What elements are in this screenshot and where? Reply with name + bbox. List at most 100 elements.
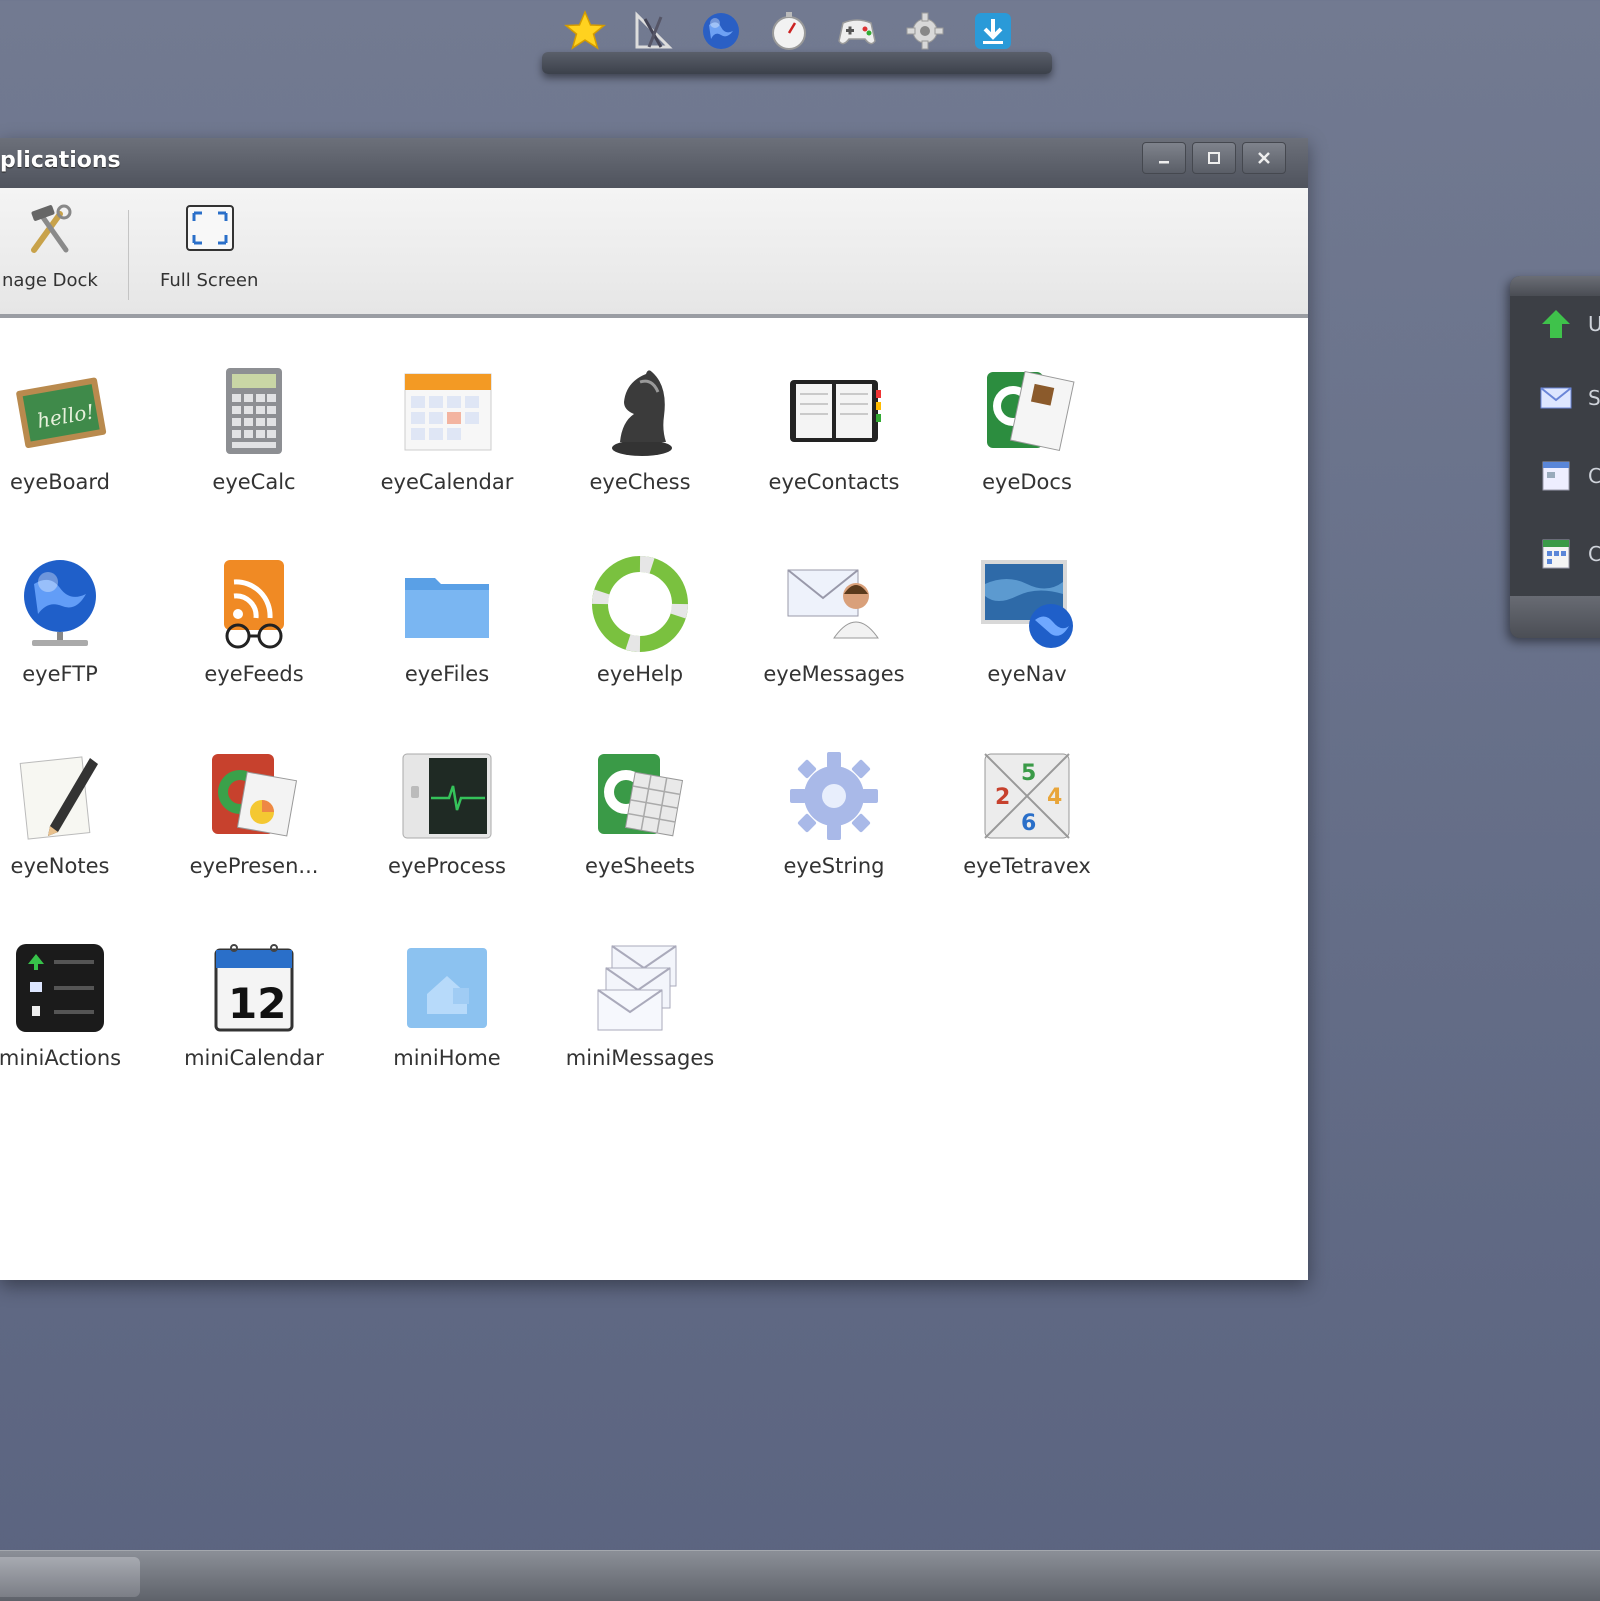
web-browser-icon xyxy=(981,560,1073,648)
envelopes-icon xyxy=(597,945,677,1031)
notepad-pencil-icon xyxy=(19,756,98,840)
panel-item-mail[interactable]: S xyxy=(1538,378,1600,418)
app-label: eyeNotes xyxy=(10,854,110,878)
app-label: eyeHelp xyxy=(596,662,684,686)
app-label: miniHome xyxy=(393,1046,501,1070)
process-monitor-icon xyxy=(402,753,492,839)
full-screen-label: Full Screen xyxy=(160,270,259,291)
minimize-icon xyxy=(1159,161,1169,164)
calendar-date-icon: 12 xyxy=(214,944,294,1032)
window-toolbar: nage Dock Full Screen xyxy=(0,188,1308,318)
close-button[interactable] xyxy=(1242,142,1286,174)
app-eyestring[interactable]: eyeString xyxy=(744,746,924,878)
app-eyeftp[interactable]: eyeFTP xyxy=(0,554,150,686)
applications-grid: hello! eyeBoard eyeCalc eyeCalendar eyeC… xyxy=(0,318,1308,1280)
globe-icon[interactable] xyxy=(698,8,744,54)
gamepad-icon[interactable] xyxy=(834,8,880,54)
app-label: eyeContacts xyxy=(768,470,900,494)
maximize-button[interactable] xyxy=(1192,142,1236,174)
app-minicalendar[interactable]: 12 miniCalendar xyxy=(164,938,344,1070)
app-minimessages[interactable]: miniMessages xyxy=(550,938,730,1070)
download-icon[interactable] xyxy=(970,8,1016,54)
app-eyemessages[interactable]: eyeMessages xyxy=(744,554,924,686)
app-eyedocs[interactable]: eyeDocs xyxy=(937,362,1117,494)
manage-dock-button[interactable]: nage Dock xyxy=(2,202,98,291)
gear-icon[interactable] xyxy=(902,8,948,54)
app-eyechess[interactable]: eyeChess xyxy=(550,362,730,494)
svg-text:4: 4 xyxy=(1047,785,1062,810)
full-screen-button[interactable]: Full Screen xyxy=(160,202,258,291)
app-eyehelp[interactable]: eyeHelp xyxy=(550,554,730,686)
app-label: eyeCalendar xyxy=(380,470,514,494)
panel-item-upload[interactable]: U xyxy=(1538,304,1600,344)
applications-window: plications nage Dock Full Screen hello! … xyxy=(0,138,1308,1280)
app-eyecontacts[interactable]: eyeContacts xyxy=(744,362,924,494)
dock-shelf xyxy=(542,52,1052,74)
app-eyefeeds[interactable]: eyeFeeds xyxy=(164,554,344,686)
app-label: eyeDocs xyxy=(982,470,1072,494)
messages-icon xyxy=(787,569,879,639)
app-label: eyePresen... xyxy=(189,854,319,878)
toolbar-separator xyxy=(128,210,129,300)
close-icon xyxy=(1258,152,1270,164)
app-eyetetravex[interactable]: 5 2 4 6 eyeTetravex xyxy=(937,746,1117,878)
panel-item-label: U xyxy=(1588,312,1600,336)
stopwatch-icon[interactable] xyxy=(766,8,812,54)
app-eyenav[interactable]: eyeNav xyxy=(937,554,1117,686)
app-label: miniCalendar xyxy=(184,1046,324,1070)
minimize-button[interactable] xyxy=(1142,142,1186,174)
app-label: eyeChess xyxy=(589,470,691,494)
app-label: eyeSheets xyxy=(585,854,695,878)
documents-icon xyxy=(987,370,1075,452)
panel-item-label: C xyxy=(1588,464,1600,488)
taskbar xyxy=(0,1550,1600,1601)
calendar-icon xyxy=(404,373,492,451)
app-eyesheets[interactable]: eyeSheets xyxy=(550,746,730,878)
app-label: eyeFeeds xyxy=(204,662,304,686)
app-label: eyeBoard xyxy=(10,470,110,494)
panel-item-document[interactable]: C xyxy=(1538,456,1600,496)
app-label: eyeFTP xyxy=(22,662,98,686)
actions-list-icon xyxy=(16,944,104,1032)
address-book-icon xyxy=(790,380,881,442)
folder-icon xyxy=(405,578,489,638)
svg-text:5: 5 xyxy=(1021,761,1036,786)
chess-knight-icon xyxy=(612,370,672,456)
app-label: eyeProcess xyxy=(388,854,506,878)
panel-header xyxy=(1510,276,1600,296)
app-label: eyeMessages xyxy=(763,662,905,686)
spreadsheet-icon xyxy=(598,754,684,837)
app-label: eyeString xyxy=(783,854,885,878)
lifebuoy-icon xyxy=(592,556,688,652)
app-minihome[interactable]: miniHome xyxy=(357,938,537,1070)
maximize-icon xyxy=(1208,152,1220,164)
ruler-compass-icon[interactable] xyxy=(630,8,676,54)
document-icon xyxy=(1542,461,1570,491)
app-eyecalendar[interactable]: eyeCalendar xyxy=(357,362,537,494)
app-label: eyeTetravex xyxy=(963,854,1091,878)
fullscreen-icon xyxy=(186,205,235,251)
app-label: miniActions xyxy=(0,1046,122,1070)
app-eyeprocess[interactable]: eyeProcess xyxy=(357,746,537,878)
presentation-icon xyxy=(212,754,298,837)
app-label: miniMessages xyxy=(565,1046,715,1070)
app-miniactions[interactable]: miniActions xyxy=(0,938,150,1070)
mail-icon xyxy=(1540,387,1572,409)
star-icon[interactable] xyxy=(562,8,608,54)
app-eyeboard[interactable]: hello! eyeBoard xyxy=(0,362,150,494)
chalkboard-icon: hello! xyxy=(16,377,107,449)
app-eyenotes[interactable]: eyeNotes xyxy=(0,746,150,878)
panel-item-calendar[interactable]: C xyxy=(1538,534,1600,574)
svg-text:12: 12 xyxy=(228,979,286,1028)
app-eyepresentation[interactable]: eyePresen... xyxy=(164,746,344,878)
app-eyecalc[interactable]: eyeCalc xyxy=(164,362,344,494)
svg-text:6: 6 xyxy=(1021,811,1036,836)
window-titlebar[interactable]: plications xyxy=(0,138,1308,189)
manage-dock-label: nage Dock xyxy=(2,270,98,291)
gear-icon xyxy=(790,752,878,840)
app-eyefiles[interactable]: eyeFiles xyxy=(357,554,537,686)
taskbar-item[interactable] xyxy=(0,1557,140,1597)
app-label: eyeNav xyxy=(987,662,1067,686)
app-label: eyeFiles xyxy=(404,662,490,686)
calculator-icon xyxy=(226,368,282,454)
